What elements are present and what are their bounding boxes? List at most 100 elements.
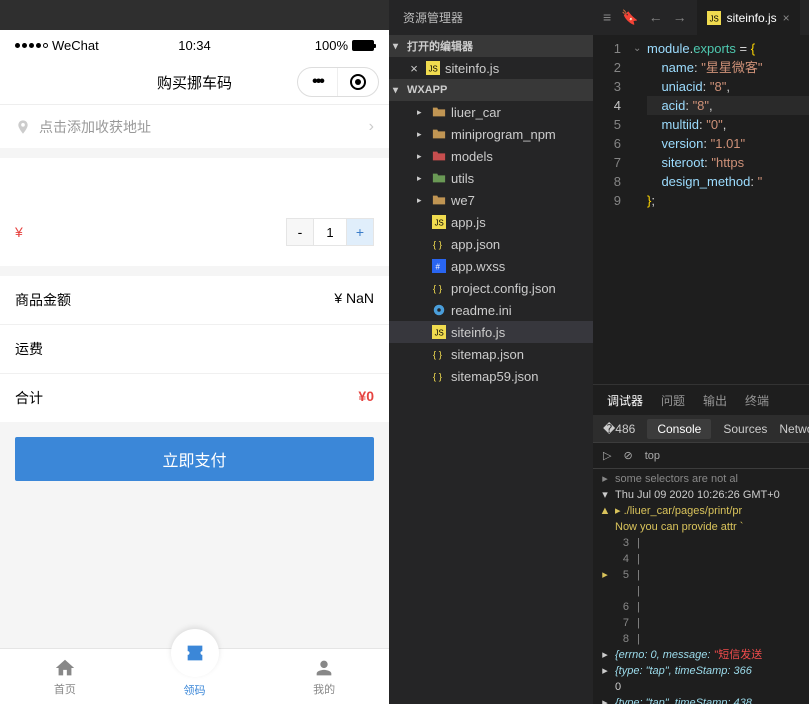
editor-tab[interactable]: JS siteinfo.js × [697,0,800,35]
address-picker[interactable]: 点击添加收获地址 › [0,104,389,148]
item-label: miniprogram_npm [451,127,556,142]
console-line: ▸some selectors are not al [599,471,803,487]
js-file-icon: JS [707,11,721,25]
item-label: app.js [451,215,486,230]
code-editor[interactable]: 123456789 ⌄ module.exports = { name: "星星… [593,35,809,384]
console-output[interactable]: ▸some selectors are not al▾Thu Jul 09 20… [593,469,809,704]
folder-item[interactable]: ▸ liuer_car [389,101,593,123]
qty-minus-button[interactable]: - [286,218,314,246]
file-item[interactable]: readme.ini [389,299,593,321]
console-line: 7| [599,615,803,631]
console-line: Now you can provide attr ` [599,519,803,535]
tab-code-label: 领码 [184,682,206,698]
qty-input[interactable] [314,218,346,246]
context-select[interactable]: top [645,450,660,462]
file-explorer: 资源管理器 ▾ 打开的编辑器 × JS siteinfo.js ▾ WXAPP … [389,0,593,704]
battery-percent: 100% [315,38,348,53]
item-label: app.wxss [451,259,505,274]
tab-code[interactable]: 领码 [130,649,260,704]
item-label: project.config.json [451,281,556,296]
js-file-icon: JS [426,61,440,75]
console-line: 4| [599,551,803,567]
close-icon[interactable]: × [407,61,421,76]
file-item[interactable]: JS siteinfo.js [389,321,593,343]
phone-screen: WeChat 10:34 100% 购买挪车码 ••• 点击添加收获地址 › ¥ [0,30,389,704]
pay-now-button[interactable]: 立即支付 [15,437,374,481]
svg-text:{ }: { } [433,372,443,383]
file-item[interactable]: JS app.js [389,211,593,233]
file-item[interactable]: { } project.config.json [389,277,593,299]
open-editor-item[interactable]: × JS siteinfo.js [389,57,593,79]
item-label: models [451,149,493,164]
folder-item[interactable]: ▸we7 [389,189,593,211]
chevron-right-icon: ▸ [417,107,427,118]
address-placeholder: 点击添加收获地址 [39,117,369,137]
product-card: ¥ - + [0,158,389,266]
file-item[interactable]: { } sitemap59.json [389,365,593,387]
sources-tab[interactable]: Sources [723,422,767,436]
tab-problems[interactable]: 问题 [661,392,685,409]
tab-mine[interactable]: 我的 [259,649,389,704]
network-tab[interactable]: Netwo [779,422,809,436]
code-content[interactable]: module.exports = { name: "星星微客" uniacid:… [647,35,809,384]
item-label: sitemap.json [451,347,524,362]
nav-forward-icon[interactable]: → [673,9,687,26]
wechat-simulator: WeChat 10:34 100% 购买挪车码 ••• 点击添加收获地址 › ¥ [0,0,389,704]
devtools-toolbar: �486 Console Sources Netwo [593,415,809,443]
nav-back-icon[interactable]: ← [649,9,663,26]
item-label: readme.ini [451,303,512,318]
workspace-header[interactable]: ▾ WXAPP [389,79,593,101]
clear-icon[interactable]: ⊘ [623,449,632,462]
home-icon [54,657,76,679]
capsule-close-button[interactable] [338,68,378,96]
item-label: sitemap59.json [451,369,538,384]
total-label: 合计 [15,388,43,408]
list-icon[interactable]: ≡ [603,9,611,26]
goods-label: 商品金额 [15,290,71,310]
open-editors-header[interactable]: ▾ 打开的编辑器 [389,35,593,57]
svg-text:JS: JS [435,329,444,338]
open-file-name: siteinfo.js [445,61,499,76]
file-item[interactable]: { }sitemap.json [389,343,593,365]
play-icon[interactable]: ▷ [603,449,611,462]
item-label: liuer_car [451,105,501,120]
tab-bar: 首页 领码 我的 [0,648,389,704]
target-icon [350,74,366,90]
qty-plus-button[interactable]: + [346,218,374,246]
fold-column: ⌄ [633,35,647,384]
console-tab[interactable]: Console [647,419,711,439]
folder-item[interactable]: ▸models [389,145,593,167]
file-item[interactable]: { }app.json [389,233,593,255]
console-line: | [599,583,803,599]
location-icon [15,119,31,135]
summary-total-row: 合计 ¥0 [0,374,389,422]
tab-terminal[interactable]: 终端 [745,392,769,409]
folder-item[interactable]: ▸utils [389,167,593,189]
panel-tab-bar: 调试器 问题 输出 终端 [593,385,809,415]
tab-home[interactable]: 首页 [0,649,130,704]
console-line: ▲▸ ./liuer_car/pages/print/pr [599,503,803,519]
bottom-panel: 调试器 问题 输出 终端 �486 Console Sources Netwo … [593,384,809,704]
svg-text:{ }: { } [433,240,443,251]
svg-text:{ }: { } [433,284,443,295]
tab-debugger[interactable]: 调试器 [607,392,643,416]
svg-text:JS: JS [435,219,444,228]
svg-text:JS: JS [429,65,438,74]
inspect-icon[interactable]: �486 [603,422,635,436]
nav-bar: 购买挪车码 ••• [0,60,389,104]
folder-item[interactable]: ▸miniprogram_npm [389,123,593,145]
svg-text:JS: JS [709,14,718,23]
item-label: siteinfo.js [451,325,505,340]
file-item[interactable]: #app.wxss [389,255,593,277]
close-icon[interactable]: × [783,11,790,25]
bookmark-icon[interactable]: 🔖 [621,9,638,26]
capsule-menu-button[interactable]: ••• [298,68,338,96]
total-value: ¥0 [358,388,374,408]
tab-output[interactable]: 输出 [703,392,727,409]
product-price: ¥ [15,224,23,240]
console-line: ▸{type: "tap", timeStamp: 366 [599,663,803,679]
carrier-label: WeChat [52,38,99,53]
console-line: ▸5| [599,567,803,583]
simulator-chrome [0,0,389,30]
item-label: we7 [451,193,475,208]
